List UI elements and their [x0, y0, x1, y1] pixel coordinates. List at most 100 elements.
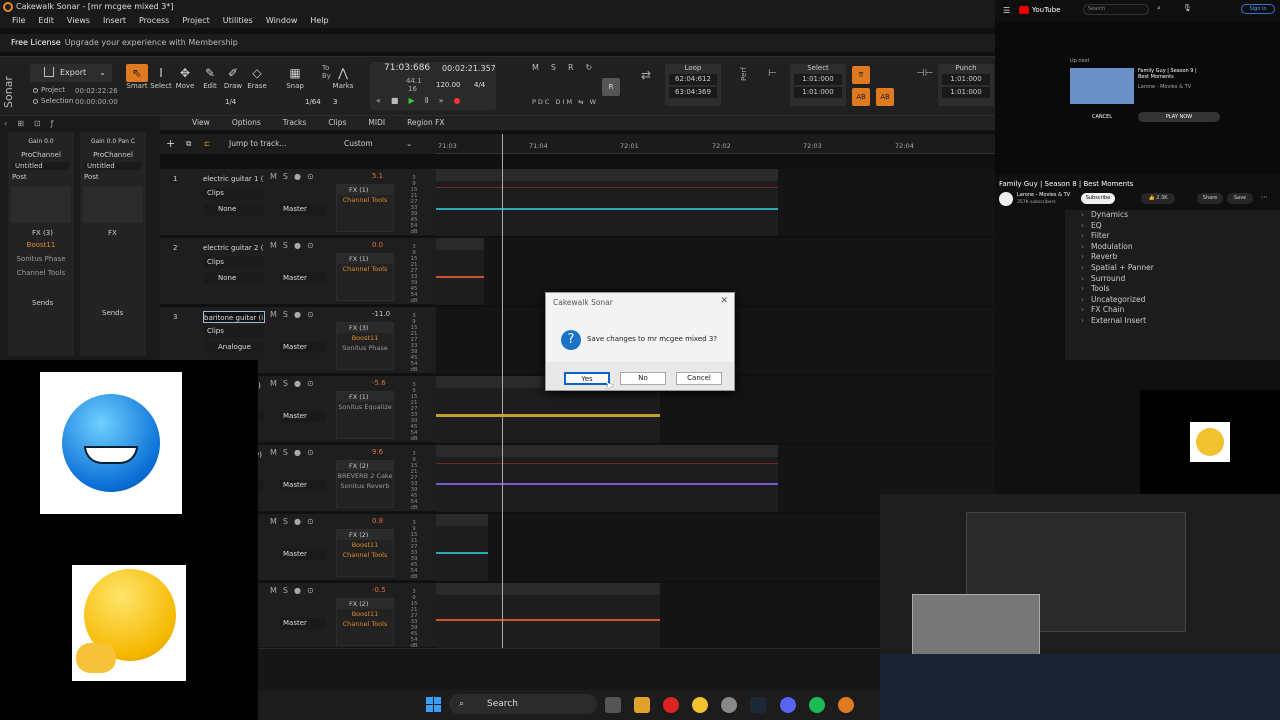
record-icon[interactable]: ●: [453, 96, 470, 105]
channel-avatar[interactable]: [999, 192, 1013, 206]
menu-file[interactable]: File: [12, 14, 25, 28]
menu-tracks[interactable]: Tracks: [283, 116, 307, 130]
input-dropdown[interactable]: None: [204, 204, 264, 215]
input-dropdown[interactable]: Analogue: [204, 342, 264, 353]
track-fx-bin[interactable]: FX (2) Boost11 Channel Tools: [336, 598, 394, 646]
fx-plugin[interactable]: Boost11: [337, 540, 393, 550]
draw-tool[interactable]: ✐ Draw: [222, 64, 244, 90]
fx-plugin-boost11[interactable]: Boost11: [8, 241, 74, 249]
ab-button-1[interactable]: AB: [852, 88, 870, 106]
playhead[interactable]: [502, 134, 503, 648]
track-volume[interactable]: 0.0: [372, 241, 383, 249]
menu-view[interactable]: View: [192, 116, 210, 130]
track-fx-bin[interactable]: FX (1) Channel Tools: [336, 184, 394, 232]
msr-buttons[interactable]: MS●⊙: [270, 586, 320, 595]
horizontal-scrollbar[interactable]: [258, 648, 880, 690]
track-name[interactable]: electric guitar 2 (: [203, 242, 265, 254]
clips-dropdown[interactable]: Clips: [204, 188, 264, 199]
clips-dropdown[interactable]: Clips: [204, 257, 264, 268]
menu-project[interactable]: Project: [182, 14, 209, 28]
cakewalk-taskbar-icon[interactable]: [838, 697, 854, 713]
jump-to-track-input[interactable]: Jump to track...: [229, 134, 287, 154]
fx-plugin[interactable]: BREVERB 2 Cake: [337, 471, 393, 481]
search-icon[interactable]: ⌕: [1157, 4, 1161, 13]
now-time-mbt[interactable]: 71:03:686: [384, 63, 430, 73]
fx-plugin[interactable]: Channel Tools: [337, 619, 393, 629]
fx-category-external-insert[interactable]: External Insert: [1065, 316, 1280, 327]
menu-views[interactable]: Views: [67, 14, 90, 28]
meter-value[interactable]: 4/4: [474, 81, 485, 89]
track-fx-bin[interactable]: FX (2) BREVERB 2 Cake Sonitus Reverb: [336, 460, 394, 508]
windows-start-icon[interactable]: [426, 697, 442, 713]
menu-edit[interactable]: Edit: [38, 14, 54, 28]
fx-bin-header[interactable]: FX (3): [8, 229, 74, 237]
audio-clip[interactable]: [436, 169, 778, 236]
fx-category-filter[interactable]: Filter: [1065, 231, 1280, 242]
save-button[interactable]: Save: [1227, 193, 1253, 204]
fx-category-dynamics[interactable]: Dynamics: [1065, 210, 1280, 221]
snap-to-label[interactable]: To: [322, 64, 329, 72]
track-volume[interactable]: -0.5: [372, 586, 386, 594]
pause-icon[interactable]: Ⅱ: [425, 96, 439, 105]
snap-resolution[interactable]: 1/4: [225, 98, 236, 106]
msr-buttons[interactable]: MS●⊙: [270, 172, 320, 181]
clip-lane-1[interactable]: [436, 169, 995, 236]
mute-global-icon[interactable]: M: [532, 63, 551, 72]
marks-button[interactable]: ⋀ Marks: [332, 64, 354, 90]
channel-name[interactable]: Larone - Movies & TV: [1017, 192, 1070, 198]
menu-insert[interactable]: Insert: [103, 14, 126, 28]
track-1[interactable]: 1 electric guitar 1 ( MS●⊙ 5.1 Clips Non…: [160, 169, 436, 236]
fx-category-eq[interactable]: EQ: [1065, 221, 1280, 232]
discord-icon[interactable]: [780, 697, 796, 713]
select-end[interactable]: 1:01:000: [794, 87, 842, 98]
output-dropdown[interactable]: Master: [280, 480, 326, 491]
output-dropdown[interactable]: Master: [280, 342, 326, 353]
collapse-icon[interactable]: ‹: [4, 119, 17, 128]
punch-start[interactable]: 1:01:000: [942, 74, 990, 85]
fx-bin-header[interactable]: FX: [80, 229, 146, 237]
export-button[interactable]: Export ⌄: [30, 64, 112, 82]
snap-value-3[interactable]: 3: [333, 98, 337, 106]
membership-banner[interactable]: Free License Upgrade your experience with…: [0, 34, 995, 52]
loop-global-icon[interactable]: ↻: [586, 63, 605, 72]
rec-global-icon[interactable]: R: [568, 63, 586, 72]
r-button[interactable]: R: [602, 78, 620, 96]
share-button[interactable]: Share: [1197, 193, 1223, 204]
snap-button[interactable]: ▦ Snap: [284, 64, 306, 90]
track-volume[interactable]: -11.0: [372, 310, 390, 318]
fx-plugin-channeltools[interactable]: Channel Tools: [8, 269, 74, 277]
clips-dropdown[interactable]: Clips: [204, 326, 264, 337]
mic-icon[interactable]: 🎙: [1183, 4, 1192, 12]
punch-end[interactable]: 1:01:000: [942, 87, 990, 98]
loop-panel[interactable]: Loop 62:04:612 63:04:369: [665, 64, 721, 106]
fx-category-spatial[interactable]: Spatial + Panner: [1065, 263, 1280, 274]
edit-tool[interactable]: ✎ Edit: [199, 64, 221, 90]
audio-clip[interactable]: [436, 583, 660, 648]
fx-plugin[interactable]: Channel Tools: [337, 195, 393, 205]
chevron-down-icon[interactable]: ⌄: [406, 134, 412, 154]
menu-process[interactable]: Process: [139, 14, 169, 28]
like-button[interactable]: 👍 2.3K: [1141, 193, 1175, 204]
cancel-button[interactable]: Cancel: [676, 372, 722, 385]
audio-clip[interactable]: [436, 238, 484, 305]
fx-plugin[interactable]: Channel Tools: [337, 550, 393, 560]
next-video-title[interactable]: Family Guy | Season 9 | Best Moments: [1138, 68, 1204, 80]
audio-clip[interactable]: [436, 514, 488, 581]
fx-plugin[interactable]: Sonitus Reverb: [337, 481, 393, 491]
taskbar-search[interactable]: ⌕ Search: [449, 694, 597, 714]
stop-icon[interactable]: ■: [391, 96, 409, 105]
msr-buttons[interactable]: MS●⊙: [270, 241, 320, 250]
menu-options[interactable]: Options: [232, 116, 261, 130]
autoplay-cancel-button[interactable]: CANCEL: [1070, 112, 1134, 122]
now-time-hms[interactable]: 00:02:21.357: [442, 64, 496, 73]
youtube-search-input[interactable]: Search: [1083, 4, 1149, 15]
track-volume[interactable]: 5.1: [372, 172, 383, 180]
prochannel-preset[interactable]: Untitled: [84, 162, 142, 170]
punch-icon[interactable]: ⊣⊢: [916, 68, 933, 79]
file-explorer-icon[interactable]: [634, 697, 650, 713]
fx-plugin[interactable]: Sonitus Equalize: [337, 402, 393, 412]
more-icon[interactable]: ⋯: [1261, 193, 1268, 201]
no-button[interactable]: No: [620, 372, 666, 385]
track-fx-bin[interactable]: FX (1) Channel Tools: [336, 253, 394, 301]
track-volume[interactable]: 9.6: [372, 448, 383, 456]
